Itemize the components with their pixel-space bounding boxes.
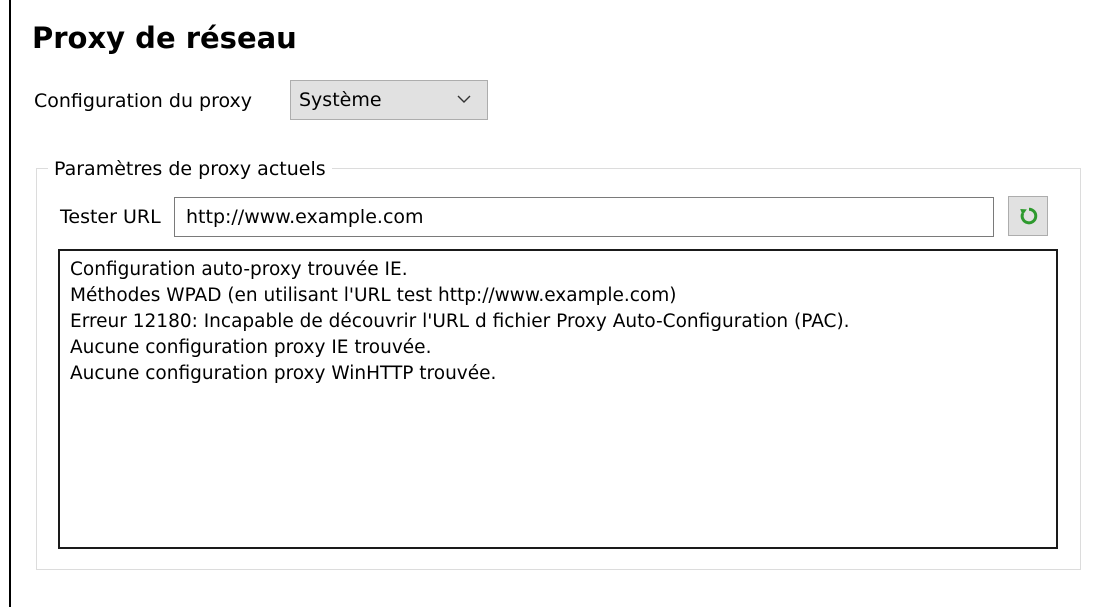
- output-line: Aucune configuration proxy IE trouvée.: [70, 337, 432, 358]
- proxy-config-selected-value: Système: [299, 89, 382, 111]
- output-line: Erreur 12180: Incapable de découvrir l'U…: [70, 311, 850, 332]
- proxy-output-box: Configuration auto-proxy trouvée IE. Mét…: [58, 249, 1058, 549]
- proxy-config-select[interactable]: Système: [290, 80, 488, 120]
- output-line: Méthodes WPAD (en utilisant l'URL test h…: [70, 285, 677, 306]
- output-line: Configuration auto-proxy trouvée IE.: [70, 259, 408, 280]
- chevron-down-icon: [457, 95, 471, 103]
- test-url-label: Tester URL: [60, 206, 161, 228]
- page-title: Proxy de réseau: [32, 21, 297, 55]
- refresh-icon: [1020, 207, 1038, 225]
- test-url-input[interactable]: [174, 197, 994, 237]
- left-border-rule: [9, 0, 11, 607]
- current-proxy-settings-legend: Paramètres de proxy actuels: [48, 155, 332, 183]
- output-line: Aucune configuration proxy WinHTTP trouv…: [70, 363, 497, 384]
- proxy-config-label: Configuration du proxy: [34, 90, 253, 112]
- refresh-button[interactable]: [1008, 196, 1048, 236]
